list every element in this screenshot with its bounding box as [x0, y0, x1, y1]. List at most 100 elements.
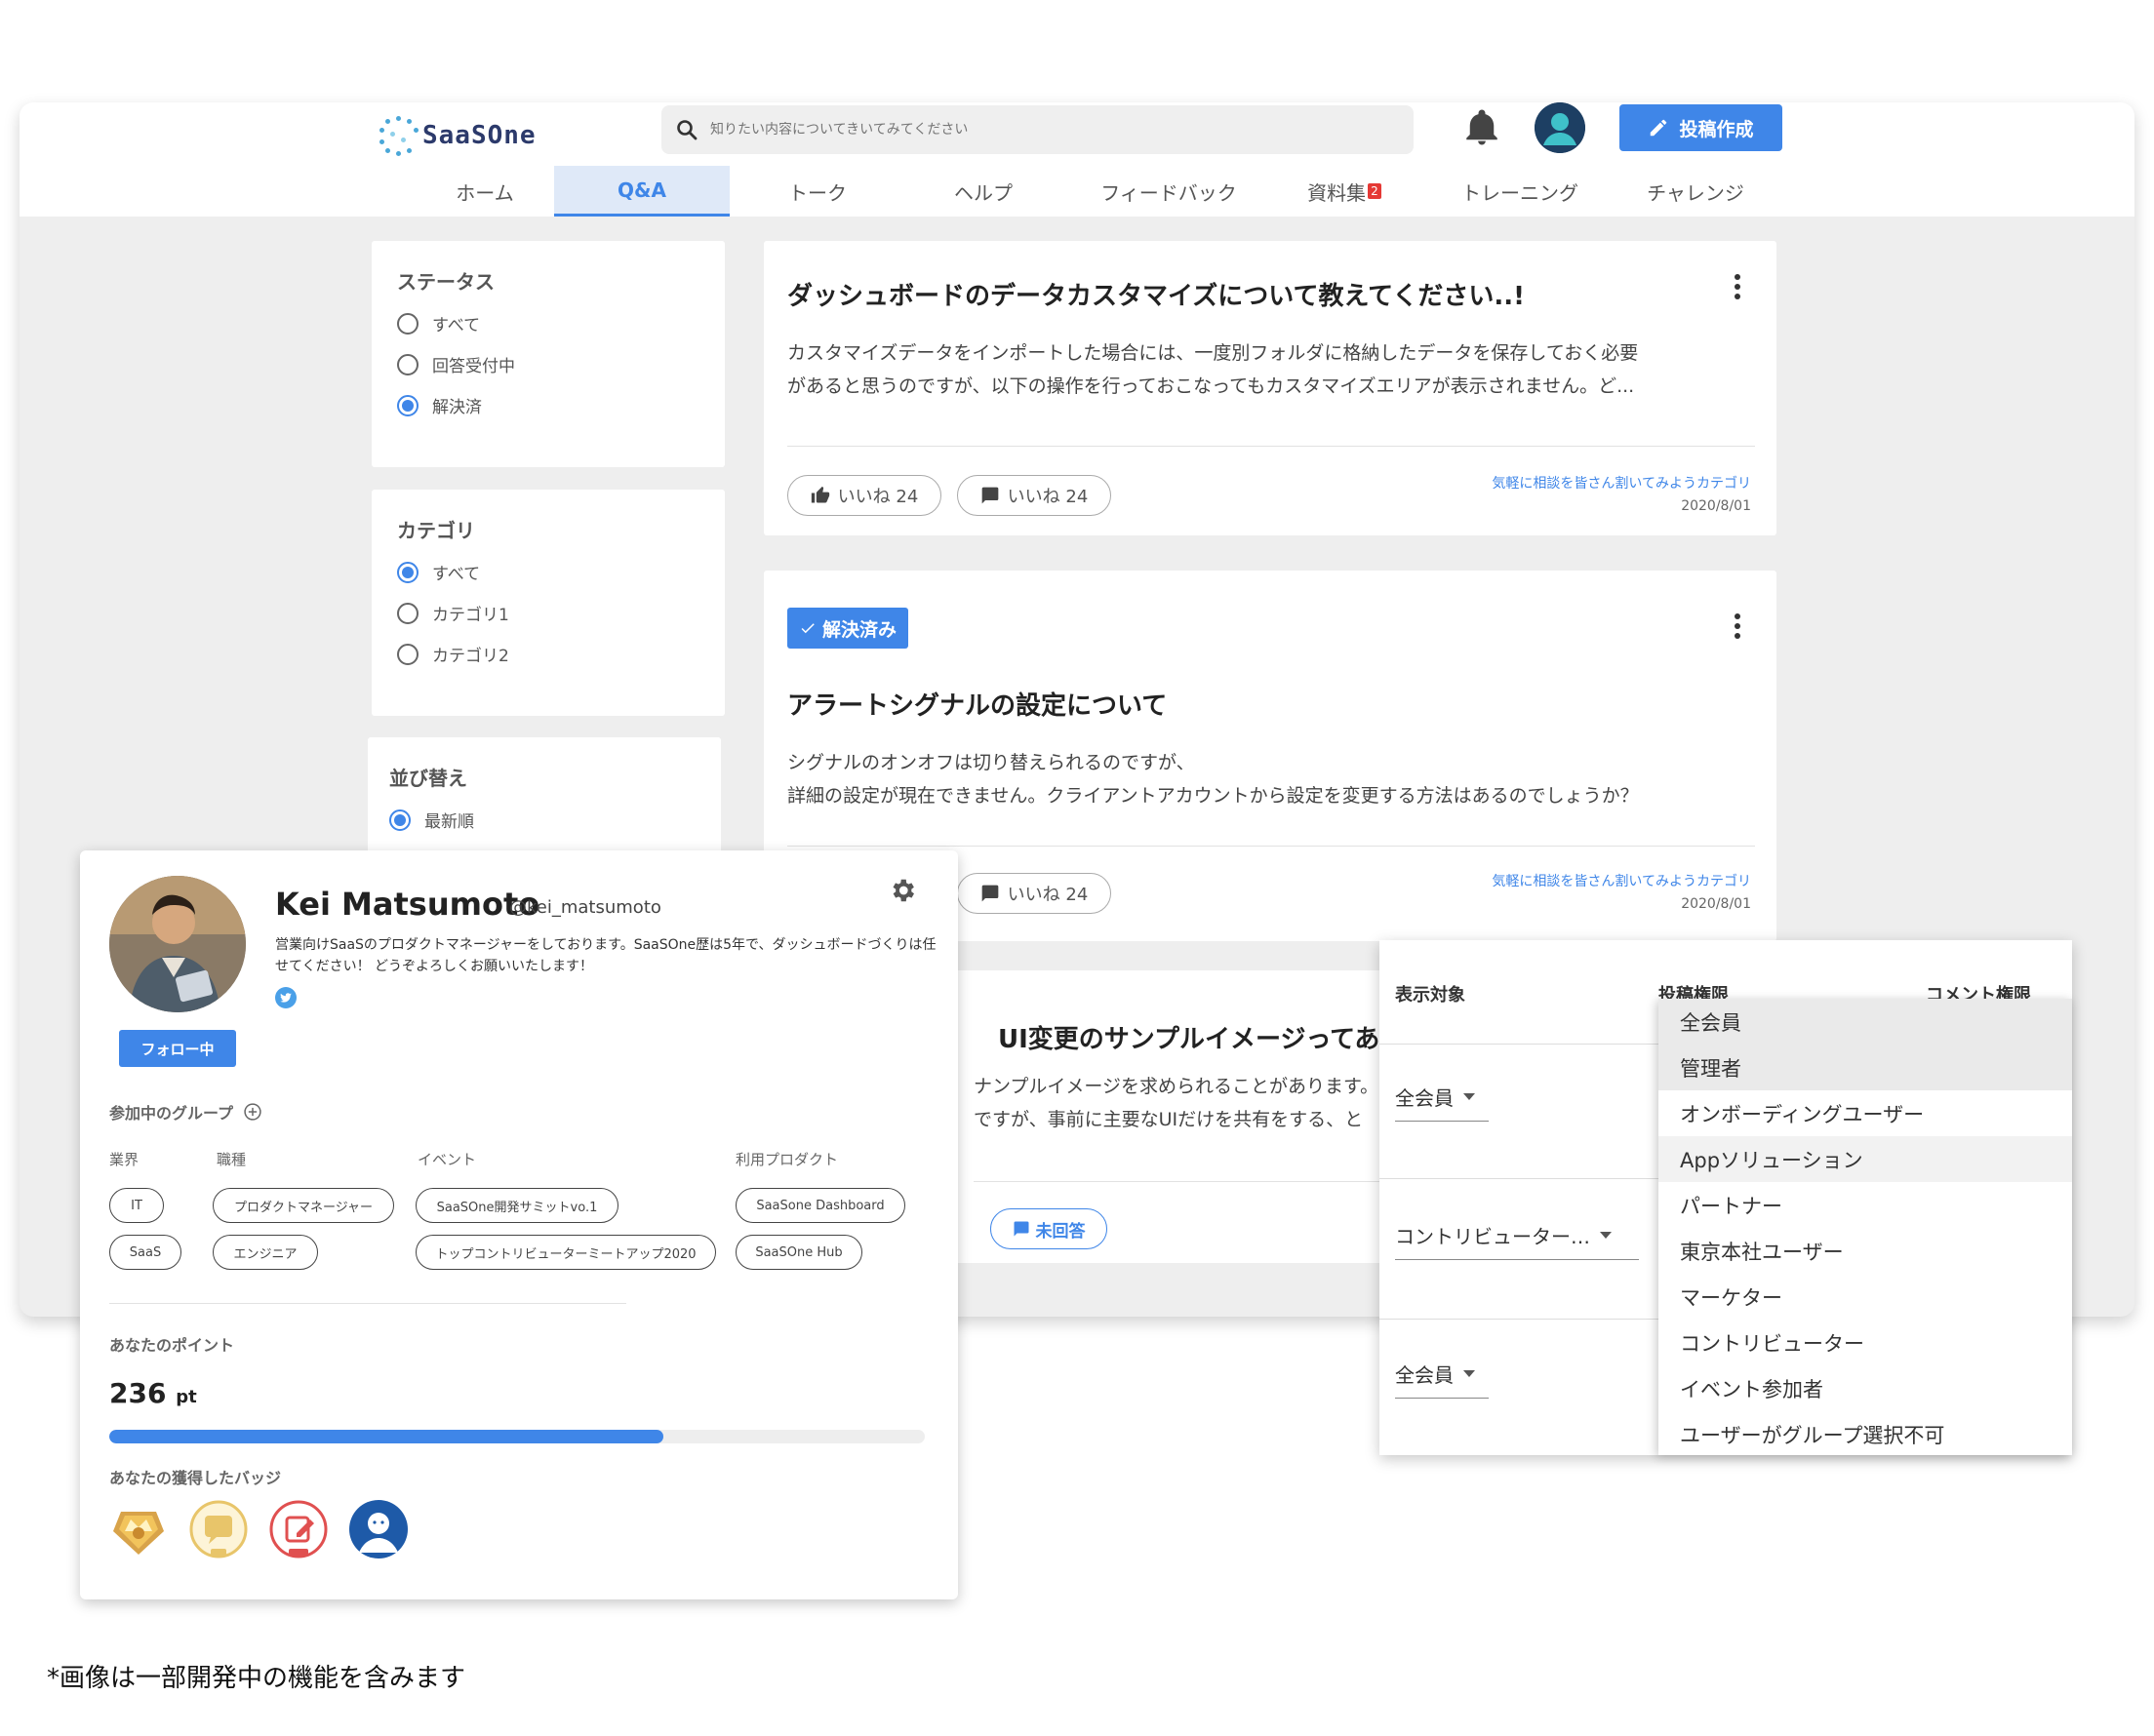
post-title[interactable]: アラートシグナルの設定について	[787, 686, 1167, 722]
column-industry: 業界	[109, 1151, 140, 1168]
comment-icon	[981, 885, 999, 902]
badges-label: あなたの獲得したバッジ	[109, 1469, 282, 1487]
tab-documents[interactable]: 資料集 2	[1256, 166, 1432, 217]
dropdown-option[interactable]: イベント参加者	[1658, 1365, 2072, 1411]
target-select[interactable]: コントリビューター…	[1395, 1211, 1639, 1260]
more-vert-icon[interactable]	[1734, 613, 1741, 643]
comment-count: いいね 24	[1007, 885, 1089, 905]
event-tag[interactable]: トップコントリビューターミートアップ2020	[416, 1235, 716, 1270]
dropdown-option[interactable]: Appソリューション	[1658, 1136, 2072, 1182]
unanswered-badge[interactable]: 未回答	[990, 1208, 1107, 1249]
tab-challenge[interactable]: チャレンジ	[1608, 166, 1783, 217]
groups-heading: 参加中のグループ	[109, 1100, 262, 1124]
tab-qa[interactable]: Q&A	[554, 166, 730, 217]
post-body-line: があると思うのですが、以下の操作を行っておこなってもカスタマイズエリアが表示され…	[787, 375, 1635, 397]
create-post-button[interactable]: 投稿作成	[1619, 104, 1782, 151]
radio-sort-newest[interactable]: 最新順	[389, 808, 699, 832]
filter-title: カテゴリ	[397, 519, 475, 542]
tab-feedback[interactable]: フィードバック	[1081, 166, 1256, 217]
comment-icon	[1014, 1221, 1028, 1237]
radio-label: 解決済	[432, 398, 482, 417]
dropdown-option[interactable]: オンボーディングユーザー	[1658, 1090, 2072, 1136]
search-bar[interactable]	[661, 105, 1414, 154]
radio-category-2[interactable]: カテゴリ2	[397, 642, 699, 666]
post-title[interactable]: ダッシュボードのデータカスタマイズについて教えてください..!	[787, 276, 1525, 312]
select-value: 全会員	[1395, 1086, 1454, 1110]
column-event: イベント	[418, 1151, 477, 1168]
tab-label: チャレンジ	[1647, 180, 1744, 205]
radio-status-all[interactable]: すべて	[397, 311, 699, 335]
tab-training[interactable]: トレーニング	[1432, 166, 1608, 217]
search-input[interactable]	[710, 122, 1344, 138]
radio-category-all[interactable]: すべて	[397, 560, 699, 584]
caret-down-icon	[1463, 1370, 1475, 1377]
more-vert-icon[interactable]	[1734, 274, 1741, 303]
like-button[interactable]: いいね 24	[787, 475, 941, 516]
dropdown-option[interactable]: 全会員	[1658, 999, 2072, 1045]
dropdown-option[interactable]: コントリビューター	[1658, 1320, 2072, 1365]
comment-300-badge-icon[interactable]	[187, 1498, 250, 1560]
radio-label: 最新順	[424, 812, 474, 832]
post-title[interactable]: UI変更のサンプルイメージってあり	[998, 1019, 1408, 1055]
post-1000-badge-icon[interactable]	[267, 1498, 330, 1560]
dropdown-option[interactable]: マーケター	[1658, 1274, 2072, 1320]
target-select[interactable]: 全会員	[1395, 1073, 1489, 1122]
radio-status-resolved[interactable]: 解決済	[397, 393, 699, 417]
crown-badge-icon[interactable]	[107, 1498, 170, 1560]
points-number: 236	[109, 1377, 167, 1409]
filter-title: ステータス	[397, 270, 495, 294]
post-category-link[interactable]: 気軽に相談を皆さん割いてみようカテゴリ	[1310, 473, 1751, 493]
row-divider	[1379, 1319, 1662, 1320]
radio-label: すべて	[432, 565, 481, 584]
tab-label: Q&A	[618, 178, 666, 202]
post-body: ナンプルイメージを求められることがあります。 ですが、事前に主要なUIだけを共有…	[974, 1070, 1403, 1136]
points-label: あなたのポイント	[109, 1336, 235, 1355]
radio-label: カテゴリ1	[432, 606, 509, 625]
dropdown-option[interactable]: ユーザーがグループ選択不可	[1658, 1411, 2072, 1455]
post-card[interactable]: ダッシュボードのデータカスタマイズについて教えてください..! カスタマイズデー…	[764, 241, 1776, 535]
avatar-badge-icon[interactable]	[347, 1498, 410, 1560]
profile-card: Kei Matsumoto @kei_matsumoto 営業向けSaaSのプロ…	[80, 850, 958, 1599]
radio-category-1[interactable]: カテゴリ1	[397, 601, 699, 625]
industry-tag[interactable]: IT	[109, 1188, 164, 1223]
groups-label: 参加中のグループ	[109, 1104, 234, 1123]
comment-button[interactable]: いいね 24	[957, 475, 1111, 516]
product-tag[interactable]: SaaSone Dashboard	[736, 1188, 905, 1223]
profile-handle: @kei_matsumoto	[509, 897, 661, 918]
unanswered-label: 未回答	[1035, 1221, 1086, 1242]
thumb-up-icon	[811, 486, 829, 503]
industry-tag[interactable]: SaaS	[109, 1235, 181, 1270]
follow-button[interactable]: フォロー中	[119, 1030, 236, 1067]
radio-icon	[397, 353, 419, 375]
event-tag[interactable]: SaaSOne開発サミットvo.1	[416, 1188, 618, 1223]
logo-text: SaaSOne	[422, 121, 537, 150]
radio-status-open[interactable]: 回答受付中	[397, 352, 699, 376]
resolved-badge: 解決済み	[787, 608, 909, 649]
post-body-line: カスタマイズデータをインポートした場合には、一度別フォルダに格納したデータを保存…	[787, 342, 1639, 364]
gear-icon[interactable]	[888, 876, 917, 905]
target-select[interactable]: 全会員	[1395, 1350, 1489, 1399]
product-tag[interactable]: SaaSOne Hub	[736, 1235, 862, 1270]
dropdown-option[interactable]: 東京本社ユーザー	[1658, 1228, 2072, 1274]
resolved-label: 解決済み	[822, 618, 898, 641]
logo[interactable]: SaaSOne	[378, 108, 553, 163]
points-value: 236 pt	[109, 1377, 197, 1409]
category-filter: カテゴリ すべて カテゴリ1 カテゴリ2	[372, 490, 725, 716]
role-tag[interactable]: プロダクトマネージャー	[213, 1188, 394, 1223]
post-body-line: ですが、事前に主要なUIだけを共有をする、と	[974, 1109, 1364, 1130]
comment-button[interactable]: いいね 24	[957, 873, 1111, 914]
user-avatar[interactable]	[1535, 102, 1585, 153]
tab-talk[interactable]: トーク	[730, 166, 905, 217]
add-circle-icon[interactable]	[243, 1102, 262, 1122]
post-category-link[interactable]: 気軽に相談を皆さん割いてみようカテゴリ	[1310, 871, 1751, 890]
tab-help[interactable]: ヘルプ	[896, 166, 1071, 217]
role-tag[interactable]: エンジニア	[213, 1235, 318, 1270]
bell-icon[interactable]	[1461, 107, 1502, 148]
footnote: *画像は一部開発中の機能を含みます	[47, 1664, 466, 1693]
permissions-panel: 表示対象 投稿権限 コメント権限 全会員 コントリビューター… 全会員 全会員 …	[1379, 940, 2072, 1455]
dropdown-option[interactable]: 管理者	[1658, 1045, 2072, 1090]
twitter-icon[interactable]	[275, 987, 297, 1008]
dropdown-option[interactable]: パートナー	[1658, 1182, 2072, 1228]
radio-icon	[397, 602, 419, 624]
tab-home[interactable]: ホーム	[397, 166, 573, 217]
